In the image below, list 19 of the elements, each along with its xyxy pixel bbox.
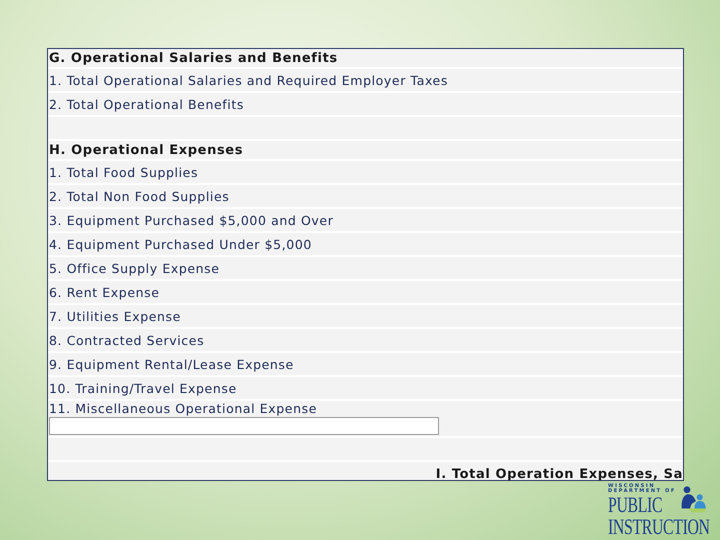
logo-text: PUBLIC [608,494,662,516]
form-label: 9. Equipment Rental/Lease Expense [48,353,683,375]
form-label: 1. Total Operational Salaries and Required Employer Taxes [48,69,683,91]
form-label: 2. Total Non Food Supplies [48,185,683,207]
section-heading: H. Operational Expenses [48,141,683,159]
form-label: 3. Equipment Purchased $5,000 and Over [48,209,683,231]
total-label: I. Total Operation Expenses, Sa [48,462,683,480]
form-label: 11. Miscellaneous Operational Expense [48,401,683,416]
section-heading: G. Operational Salaries and Benefits [48,49,683,67]
input-field[interactable] [49,417,439,435]
form-label: 7. Utilities Expense [48,305,683,327]
form-label: 6. Rent Expense [48,281,683,303]
form-label: 8. Contracted Services [48,329,683,351]
form-label: 1. Total Food Supplies [48,161,683,183]
form-label: 10. Training/Travel Expense [48,377,683,399]
form-label: 4. Equipment Purchased Under $5,000 [48,233,683,255]
form-label: 2. Total Operational Benefits [48,93,683,115]
form-label: 5. Office Supply Expense [48,257,683,279]
logo-text: INSTRUCTION [608,516,710,538]
